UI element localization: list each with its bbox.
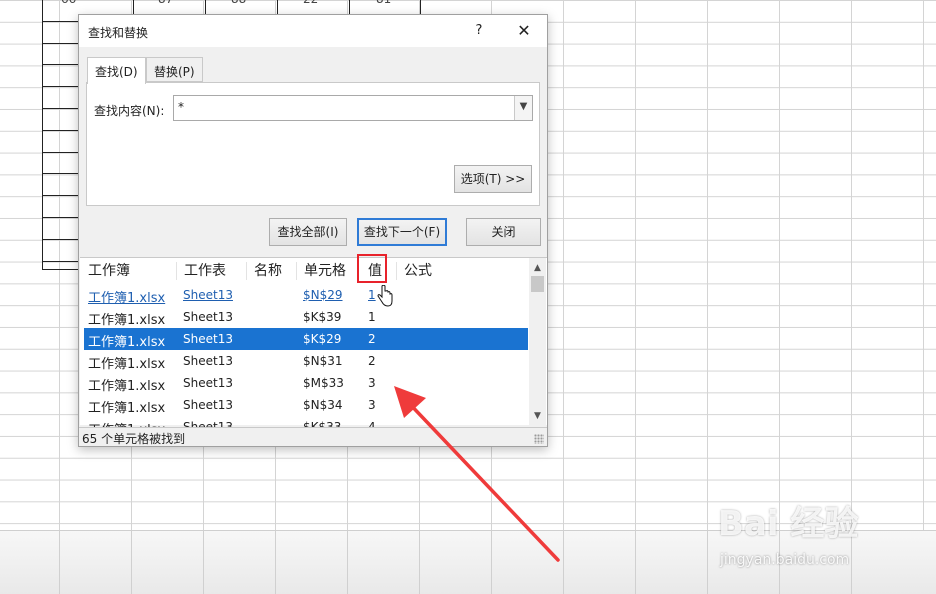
column-header-workbook[interactable]: 工作簿 [80,258,130,284]
table-row[interactable]: 工作簿1.xlsx Sheet13 $N$29 1 [84,284,528,306]
cell-address[interactable]: $N$29 [303,288,343,302]
column-header-sheet[interactable]: 工作表 [176,258,226,284]
cell-sheet[interactable]: Sheet13 [183,288,233,302]
cell-value: 3 [368,398,376,412]
column-header-formula[interactable]: 公式 [396,258,432,284]
watermark-url: jingyan.baidu.com [720,552,850,568]
cell-value: 3 [368,376,376,390]
table-row-selected[interactable]: 工作簿1.xlsx Sheet13 $K$29 2 [84,328,528,350]
cell-sheet: Sheet13 [183,310,233,324]
cell-workbook: 工作簿1.xlsx [88,401,166,416]
close-button[interactable]: 关闭 [466,218,541,246]
options-button[interactable]: 选项(T) >> [454,165,532,193]
scroll-thumb[interactable] [531,276,544,292]
hand-cursor-icon [377,285,393,307]
find-all-button[interactable]: 查找全部(I) [269,218,347,246]
cell-address: $N$31 [303,354,343,368]
cell-workbook: 工作簿1.xlsx [88,313,166,328]
cell-value[interactable]: 1 [368,288,376,302]
close-icon[interactable]: ✕ [509,19,539,43]
tab-replace[interactable]: 替换(P) [146,57,203,82]
find-tab-panel: 查找内容(N): * ▼ 选项(T) >> [86,82,540,206]
red-arrow-annotation [394,386,560,562]
find-next-button[interactable]: 查找下一个(F) [357,218,447,246]
cell-workbook: 工作簿1.xlsx [88,357,166,372]
cell-workbook: 工作簿1.xlsx [88,379,166,394]
cell-address: $K$29 [303,332,342,346]
cell-value: 2 [368,332,376,346]
tab-find[interactable]: 查找(D) [87,57,146,84]
cell-value: 1 [368,310,376,324]
cell-sheet: Sheet13 [183,354,233,368]
watermark-brand: Bai 经验 [718,504,859,544]
dialog-title: 查找和替换 [88,26,149,40]
table-row[interactable]: 工作簿1.xlsx Sheet13 $K$39 1 [84,306,528,328]
help-button[interactable]: ? [467,19,491,43]
cell-address: $M$33 [303,376,344,390]
find-what-label: 查找内容(N): [94,104,165,118]
cell-value: 2 [368,354,376,368]
cell-sheet: Sheet13 [183,332,233,346]
chevron-down-icon[interactable]: ▼ [514,96,532,120]
cell-address: $N$34 [303,398,343,412]
cell-sheet: Sheet13 [183,398,233,412]
find-what-input[interactable]: * ▼ [173,95,533,121]
column-header-name[interactable]: 名称 [246,258,282,284]
cell-address: $K$39 [303,310,342,324]
cell-sheet: Sheet13 [183,376,233,390]
dialog-titlebar[interactable]: 查找和替换 ? ✕ [79,15,547,47]
column-header-cell[interactable]: 单元格 [296,258,346,284]
cell-workbook[interactable]: 工作簿1.xlsx [88,287,165,306]
find-what-value: * [178,100,184,114]
table-row[interactable]: 工作簿1.xlsx Sheet13 $N$31 2 [84,350,528,372]
cell-workbook: 工作簿1.xlsx [88,335,166,350]
value-column-highlight [357,254,387,283]
scroll-up-icon[interactable]: ▲ [529,260,546,276]
baidu-jingyan-watermark: Bai 经验 jingyan.baidu.com [716,488,916,578]
found-count-text: 65 个单元格被找到 [82,432,186,446]
